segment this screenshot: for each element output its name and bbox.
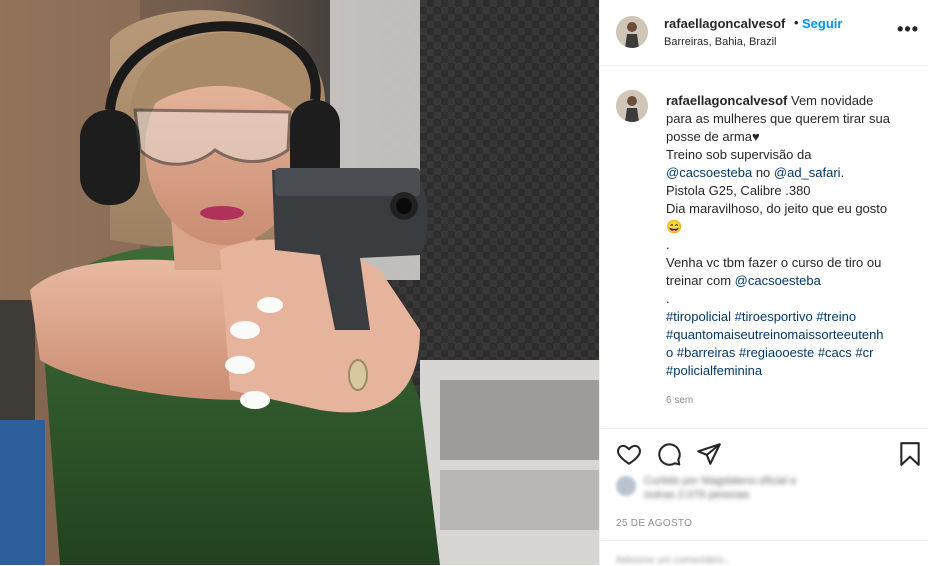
hashtag-link[interactable]: #policialfeminina bbox=[666, 363, 762, 378]
caption-text: Pistola G25, Calibre .380 bbox=[666, 183, 811, 198]
comment-icon[interactable] bbox=[656, 441, 682, 467]
hashtag-link[interactable]: #barreiras bbox=[677, 345, 736, 360]
hashtag-link[interactable]: #tiroesportivo bbox=[735, 309, 813, 324]
mention-link[interactable]: @ad_safari bbox=[774, 165, 841, 180]
post-location[interactable]: Barreiras, Bahia, Brazil bbox=[664, 36, 777, 48]
more-options-icon[interactable]: ••• bbox=[897, 20, 919, 38]
hashtag-link[interactable]: #cr bbox=[855, 345, 873, 360]
paper-plane-icon[interactable] bbox=[696, 441, 722, 467]
post-age[interactable]: 6 sem bbox=[666, 395, 693, 406]
separator-dot: • bbox=[794, 15, 799, 30]
post-header: rafaellagoncalvesof • Seguir Barreiras, … bbox=[600, 0, 928, 66]
mention-link[interactable]: @cacsoesteba bbox=[735, 273, 821, 288]
mention-link[interactable]: @cacsoesteba bbox=[666, 165, 752, 180]
post-date[interactable]: 25 DE AGOSTO bbox=[616, 518, 692, 529]
heart-icon[interactable] bbox=[616, 441, 642, 467]
hashtag-link[interactable]: #tiropolicial bbox=[666, 309, 731, 324]
likes-text-line: outras 2.079 pessoas bbox=[644, 489, 750, 501]
follow-button[interactable]: Seguir bbox=[802, 16, 842, 31]
caption-text: Treino sob supervisão da bbox=[666, 147, 812, 162]
hashtag-link[interactable]: #cacs bbox=[818, 345, 852, 360]
comment-input[interactable]: Adicione um comentário... bbox=[616, 555, 916, 566]
liker-avatar bbox=[616, 476, 636, 496]
hashtag-link[interactable]: #quantomaiseutreinomaissorteeutenh bbox=[666, 327, 884, 342]
hashtag-link[interactable]: o bbox=[666, 345, 673, 360]
hashtag-link[interactable]: #treino bbox=[816, 309, 856, 324]
caption-text: no bbox=[752, 165, 774, 180]
bookmark-icon[interactable] bbox=[897, 441, 923, 467]
post-photo[interactable] bbox=[0, 0, 599, 565]
caption-username[interactable]: rafaellagoncalvesof bbox=[666, 93, 787, 108]
hashtag-link[interactable]: #regiaooeste bbox=[739, 345, 814, 360]
comment-bar: Adicione um comentário... bbox=[600, 540, 928, 566]
caption-avatar[interactable] bbox=[616, 90, 648, 122]
caption-text: . bbox=[840, 165, 845, 180]
post-username[interactable]: rafaellagoncalvesof bbox=[664, 16, 785, 31]
avatar[interactable] bbox=[616, 16, 648, 48]
likes-summary[interactable]: Curtido por Magdaleno.oficial e outras 2… bbox=[616, 474, 916, 502]
likes-text: Curtido por Magdaleno.oficial e outras 2… bbox=[644, 474, 796, 502]
post-details-panel: rafaellagoncalvesof • Seguir Barreiras, … bbox=[599, 0, 928, 566]
post-caption: rafaellagoncalvesof Vem novidade para as… bbox=[666, 92, 916, 380]
caption-text: Venha vc tbm fazer o curso de tiro ou bbox=[666, 255, 882, 270]
caption-text: posse de arma♥ bbox=[666, 129, 760, 144]
shooting-range-photo bbox=[0, 0, 599, 565]
caption-text: para as mulheres que querem tirar sua bbox=[666, 111, 891, 126]
caption-text: . bbox=[666, 291, 670, 306]
caption-text: treinar com bbox=[666, 273, 735, 288]
caption-text: Vem novidade bbox=[787, 93, 874, 108]
caption-text: Dia maravilhoso, do jeito que eu gosto bbox=[666, 201, 888, 216]
caption-text: . bbox=[666, 237, 670, 252]
likes-text-line: Curtido por Magdaleno.oficial e bbox=[644, 475, 797, 487]
action-bar bbox=[600, 428, 928, 478]
emoji: 😄 bbox=[666, 219, 683, 234]
